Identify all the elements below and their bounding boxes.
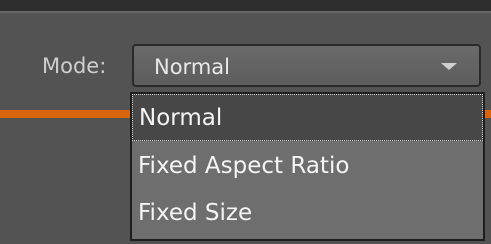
chevron-down-icon[interactable]	[441, 63, 457, 70]
mode-select-value: Normal	[154, 55, 230, 79]
title-bar	[0, 0, 491, 11]
mode-dropdown-list: Normal Fixed Aspect Ratio Fixed Size	[130, 92, 485, 241]
mode-select[interactable]: Normal	[132, 44, 481, 87]
dropdown-option-normal[interactable]: Normal	[132, 94, 483, 141]
dropdown-option-fixed-aspect-ratio[interactable]: Fixed Aspect Ratio	[132, 143, 483, 190]
mode-label: Mode:	[42, 54, 107, 78]
dropdown-option-fixed-size[interactable]: Fixed Size	[132, 190, 483, 237]
